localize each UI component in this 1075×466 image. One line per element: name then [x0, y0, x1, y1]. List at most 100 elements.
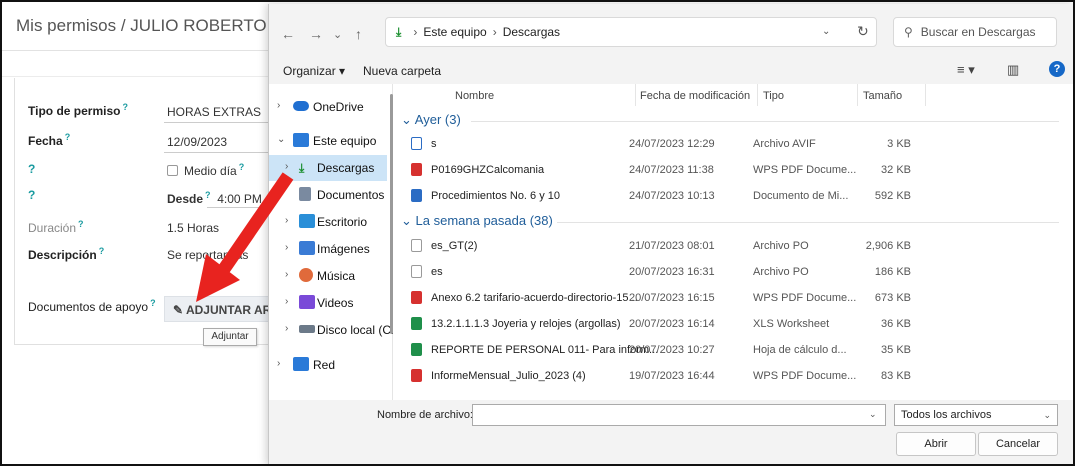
forward-icon[interactable]: → [309, 26, 323, 42]
documents-icon [299, 187, 311, 201]
drive-icon [299, 325, 315, 333]
nav-item-red[interactable]: › Red [269, 352, 387, 378]
search-icon: ⚲ [904, 25, 913, 39]
new-folder-button[interactable]: Nueva carpeta [363, 64, 441, 78]
chevron-down-icon: ⌄ [401, 213, 416, 228]
help-marker: ? [28, 188, 36, 202]
pdf-file-icon [411, 369, 422, 382]
column-separator [925, 84, 926, 106]
file-type-filter[interactable]: Todos los archivos ⌄ [894, 404, 1058, 426]
chevron-down-icon[interactable]: ⌄ [822, 26, 830, 37]
pictures-icon [299, 241, 315, 255]
column-header-date[interactable]: Fecha de modificación [640, 90, 750, 102]
tipo-permiso-select[interactable]: HORAS EXTRAS [167, 105, 261, 119]
chevron-right-icon: › [285, 323, 289, 334]
descripcion-label: Descripción? [28, 246, 105, 262]
pdf-file-icon [411, 291, 422, 304]
spreadsheet-file-icon [411, 343, 422, 356]
file-row[interactable]: Anexo 6.2 tarifario-acuerdo-directorio-1… [393, 285, 1073, 311]
tipo-permiso-label: Tipo de permiso? [28, 102, 128, 118]
generic-file-icon [411, 239, 422, 252]
file-open-dialog: ← → ⌄ ↑ ⤓ › Este equipo › Descargas ⌄ ↻ ⚲ Bus… [268, 4, 1073, 464]
group-header-ayer[interactable]: ⌄ Ayer (3) [401, 112, 461, 128]
avif-file-icon [411, 137, 422, 150]
breadcrumb-descargas[interactable]: Descargas [503, 25, 560, 39]
videos-icon [299, 295, 315, 309]
back-icon[interactable]: ← [281, 26, 295, 42]
nav-item-onedrive[interactable]: › OneDrive [269, 94, 387, 120]
fecha-input[interactable]: 12/09/2023 [167, 135, 227, 149]
file-row[interactable]: es 20/07/2023 16:31 Archivo PO 186 KB [393, 259, 1073, 285]
view-options-icon[interactable]: ≡ ▾ [957, 62, 975, 78]
chevron-down-icon: ⌄ [401, 112, 415, 127]
column-header-name[interactable]: Nombre [455, 90, 494, 102]
chevron-right-icon: › [285, 161, 289, 172]
group-divider [557, 222, 1059, 223]
download-icon: ⤓ [299, 161, 305, 175]
screenshot-frame: Mis permisos / JULIO ROBERTO RAMI Tipo d… [0, 0, 1075, 466]
network-icon [293, 357, 309, 371]
address-bar[interactable]: ⤓ › Este equipo › Descargas [385, 17, 877, 47]
group-divider [471, 121, 1059, 122]
filename-label: Nombre de archivo: [377, 409, 473, 421]
file-row[interactable]: P0169GHZCalcomania 24/07/2023 11:38 WPS … [393, 157, 1073, 183]
file-list: Nombre Fecha de modificación Tipo Tamaño… [393, 84, 1073, 400]
desktop-icon [299, 214, 315, 228]
paperclip-icon: ✎ [173, 303, 186, 317]
file-row[interactable]: InformeMensual_Julio_2023 (4) 19/07/2023… [393, 363, 1073, 389]
divider [2, 76, 272, 77]
divider [2, 50, 272, 51]
chevron-down-icon: ⌄ [277, 134, 286, 145]
help-marker: ? [28, 162, 36, 176]
refresh-icon[interactable]: ↻ [857, 23, 869, 40]
cancel-button[interactable]: Cancelar [978, 432, 1058, 456]
column-separator [757, 84, 758, 106]
search-input[interactable]: ⚲ Buscar en Descargas [893, 17, 1057, 47]
file-row[interactable]: Procedimientos No. 6 y 10 24/07/2023 10:… [393, 183, 1073, 209]
file-row[interactable]: 13.2.1.1.1.3 Joyeria y relojes (argollas… [393, 311, 1073, 337]
column-header-size[interactable]: Tamaño [863, 90, 902, 102]
open-button[interactable]: Abrir [896, 432, 976, 456]
preview-pane-icon[interactable]: ▥ [1007, 62, 1019, 78]
checkbox-icon [167, 165, 178, 176]
recent-locations-icon[interactable]: ⌄ [333, 28, 342, 41]
dialog-toolbar: Organizar ▾ Nueva carpeta ≡ ▾ ▥ ? [269, 56, 1073, 84]
group-header-semana-pasada[interactable]: ⌄ La semana pasada (38) [401, 213, 553, 229]
onedrive-cloud-icon [293, 101, 309, 111]
excel-file-icon [411, 317, 422, 330]
field-underline [164, 152, 274, 153]
breadcrumb-este-equipo[interactable]: Este equipo [423, 25, 486, 39]
download-icon: ⤓ [396, 25, 402, 39]
breadcrumb-separator: › [413, 25, 418, 39]
field-underline [164, 122, 274, 123]
arrow-shaft [216, 172, 294, 276]
address-row: ← → ⌄ ↑ ⤓ › Este equipo › Descargas ⌄ ↻ ⚲ Bus… [269, 4, 1073, 56]
up-icon[interactable]: ↑ [355, 26, 362, 42]
nav-item-este-equipo[interactable]: ⌄ Este equipo [269, 128, 387, 154]
music-icon [299, 268, 313, 282]
generic-file-icon [411, 265, 422, 278]
column-separator [635, 84, 636, 106]
chevron-down-icon[interactable]: ⌄ [869, 409, 877, 420]
column-separator [857, 84, 858, 106]
chevron-right-icon: › [277, 100, 281, 111]
documentos-label: Documentos de apoyo? [28, 298, 156, 314]
chevron-right-icon: › [277, 358, 281, 369]
duracion-label: Duración? [28, 219, 84, 235]
word-file-icon [411, 189, 422, 202]
computer-icon [293, 133, 309, 147]
help-icon[interactable]: ? [1049, 61, 1065, 77]
file-row[interactable]: REPORTE DE PERSONAL 011- Para inform... … [393, 337, 1073, 363]
attach-tooltip: Adjuntar [203, 328, 257, 346]
file-row[interactable]: es_GT(2) 21/07/2023 08:01 Archivo PO 2,9… [393, 233, 1073, 259]
chevron-down-icon: ⌄ [1043, 410, 1051, 420]
dialog-footer: Nombre de archivo: ⌄ Todos los archivos ⌄… [269, 400, 1073, 464]
annotation-arrow [196, 172, 294, 302]
nav-item-disco-local[interactable]: › Disco local (C:) [269, 317, 398, 343]
column-header-type[interactable]: Tipo [763, 90, 784, 102]
breadcrumb-separator: › [492, 25, 497, 39]
organize-menu[interactable]: Organizar ▾ [283, 64, 345, 78]
filename-input[interactable] [472, 404, 886, 426]
pdf-file-icon [411, 163, 422, 176]
file-row[interactable]: s 24/07/2023 12:29 Archivo AVIF 3 KB [393, 131, 1073, 157]
